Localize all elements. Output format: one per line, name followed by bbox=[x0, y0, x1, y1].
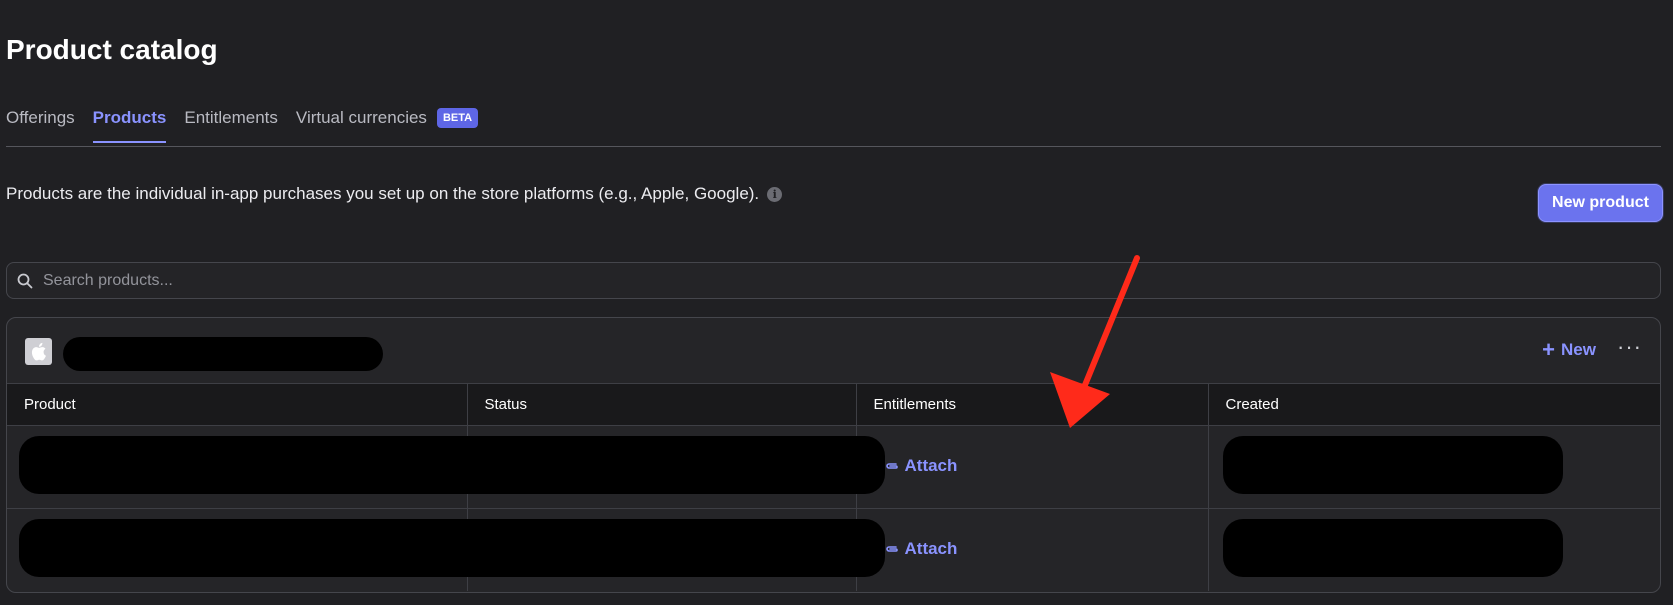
search-icon bbox=[17, 273, 33, 288]
redacted-created bbox=[1222, 436, 1563, 494]
tab-label: Offerings bbox=[6, 108, 75, 127]
page-description: Products are the individual in-app purch… bbox=[6, 184, 783, 204]
table-row[interactable]: Attach bbox=[7, 508, 1660, 592]
created-cell bbox=[1208, 509, 1660, 592]
tab-label: Entitlements bbox=[184, 108, 278, 127]
products-table: Product Status Entitlements Created Atta… bbox=[7, 383, 1660, 591]
entitlements-cell: Attach bbox=[856, 425, 1209, 509]
description-text: Products are the individual in-app purch… bbox=[6, 184, 760, 203]
attach-entitlement-button[interactable]: Attach bbox=[885, 539, 958, 559]
column-header-entitlements[interactable]: Entitlements bbox=[856, 383, 1209, 426]
info-icon[interactable]: i bbox=[767, 186, 783, 202]
more-options-icon[interactable]: ··· bbox=[1617, 334, 1642, 360]
redacted-product-status bbox=[19, 519, 885, 577]
attach-entitlement-button[interactable]: Attach bbox=[885, 456, 958, 476]
tab-products[interactable]: Products bbox=[92, 106, 167, 143]
page-title: Product catalog bbox=[6, 34, 218, 65]
paperclip-icon bbox=[885, 546, 898, 552]
tab-label: Products bbox=[92, 108, 167, 127]
panel-header: + New ··· bbox=[7, 318, 1660, 383]
apple-icon bbox=[25, 338, 52, 365]
new-product-button[interactable]: New product bbox=[1538, 184, 1663, 222]
attach-label: Attach bbox=[904, 456, 958, 475]
paperclip-icon bbox=[885, 463, 898, 469]
column-header-product[interactable]: Product bbox=[7, 383, 468, 426]
entitlements-cell: Attach bbox=[856, 508, 1209, 591]
tab-bar: Offerings Products Entitlements Virtual … bbox=[6, 106, 1661, 147]
app-products-panel: + New ··· Product Status Entitlements Cr… bbox=[6, 317, 1661, 593]
product-cell bbox=[7, 425, 885, 509]
column-header-created[interactable]: Created bbox=[1208, 383, 1660, 426]
created-cell bbox=[1208, 425, 1660, 509]
redacted-product-status bbox=[19, 436, 885, 494]
new-item-button[interactable]: + New bbox=[1542, 337, 1596, 362]
app-name-redacted bbox=[63, 337, 383, 371]
redacted-created bbox=[1222, 519, 1563, 577]
table-header-row: Product Status Entitlements Created bbox=[7, 383, 1660, 426]
tab-label: Virtual currencies bbox=[295, 108, 427, 127]
plus-icon: + bbox=[1542, 337, 1556, 362]
search-input[interactable] bbox=[41, 270, 1645, 291]
column-header-status[interactable]: Status bbox=[467, 383, 857, 426]
tab-offerings[interactable]: Offerings bbox=[6, 106, 75, 142]
tab-virtual-currencies[interactable]: Virtual currencies BETA bbox=[295, 106, 479, 142]
tab-entitlements[interactable]: Entitlements bbox=[184, 106, 278, 142]
product-cell bbox=[7, 508, 885, 591]
search-bar bbox=[6, 262, 1661, 299]
new-label: New bbox=[1561, 340, 1596, 359]
beta-badge: BETA bbox=[436, 108, 479, 128]
table-row[interactable]: Attach bbox=[7, 425, 1660, 509]
attach-label: Attach bbox=[904, 539, 958, 558]
